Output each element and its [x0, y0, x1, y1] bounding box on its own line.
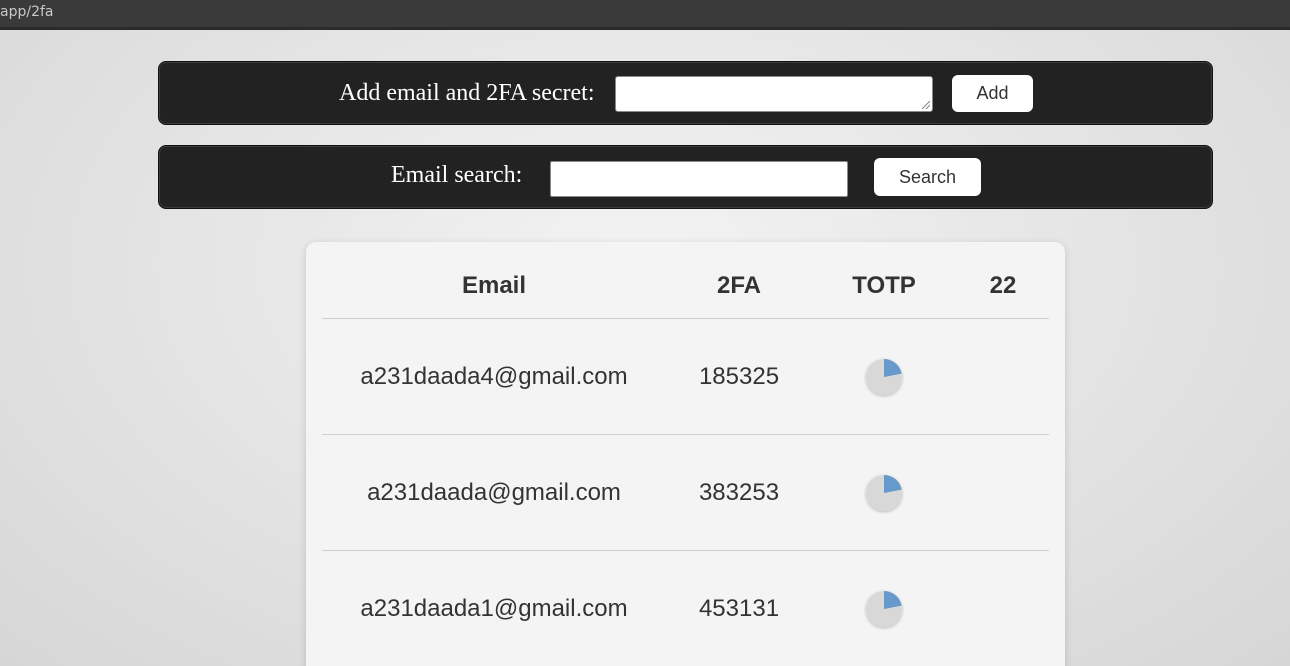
table-header: Email 2FA TOTP 22: [322, 242, 1049, 319]
pie-timer-icon: [866, 591, 902, 627]
accounts-table: Email 2FA TOTP 22 a231daada4@gmail.com 1…: [322, 242, 1049, 666]
table-row: a231daada4@gmail.com 185325: [322, 319, 1049, 435]
pie-timer-svg: [866, 591, 902, 627]
row-email: a231daada4@gmail.com: [360, 363, 628, 390]
header-seconds-remaining: 22: [989, 272, 1017, 299]
url-text: app/2fa: [0, 4, 54, 20]
pie-timer-svg: [866, 475, 902, 511]
header-email: Email: [461, 272, 527, 299]
row-2fa-code: 383253: [698, 479, 780, 506]
add-button[interactable]: Add: [952, 75, 1033, 112]
header-2fa: 2FA: [716, 272, 762, 299]
row-2fa-code: 185325: [698, 363, 780, 390]
pie-timer-icon: [866, 359, 902, 395]
add-secret-label: Add email and 2FA secret:: [339, 80, 595, 106]
email-search-panel: Email search: Search: [158, 145, 1213, 209]
accounts-card: Email 2FA TOTP 22 a231daada4@gmail.com 1…: [306, 242, 1065, 666]
pie-timer-svg: [866, 359, 902, 395]
header-totp: TOTP: [852, 272, 916, 299]
row-2fa-code: 453131: [698, 595, 780, 622]
table-row: a231daada1@gmail.com 453131: [322, 551, 1049, 666]
email-search-label: Email search:: [391, 162, 523, 188]
search-button[interactable]: Search: [874, 158, 981, 196]
add-secret-panel: Add email and 2FA secret: Add: [158, 61, 1213, 125]
secret-textarea[interactable]: [615, 76, 933, 112]
email-search-input[interactable]: [550, 161, 848, 197]
pie-timer-icon: [866, 475, 902, 511]
row-email: a231daada@gmail.com: [367, 479, 621, 506]
resize-grip-icon[interactable]: [922, 101, 930, 109]
browser-address-bar: app/2fa: [0, 0, 1290, 30]
row-email: a231daada1@gmail.com: [360, 595, 628, 622]
table-row: a231daada@gmail.com 383253: [322, 435, 1049, 551]
